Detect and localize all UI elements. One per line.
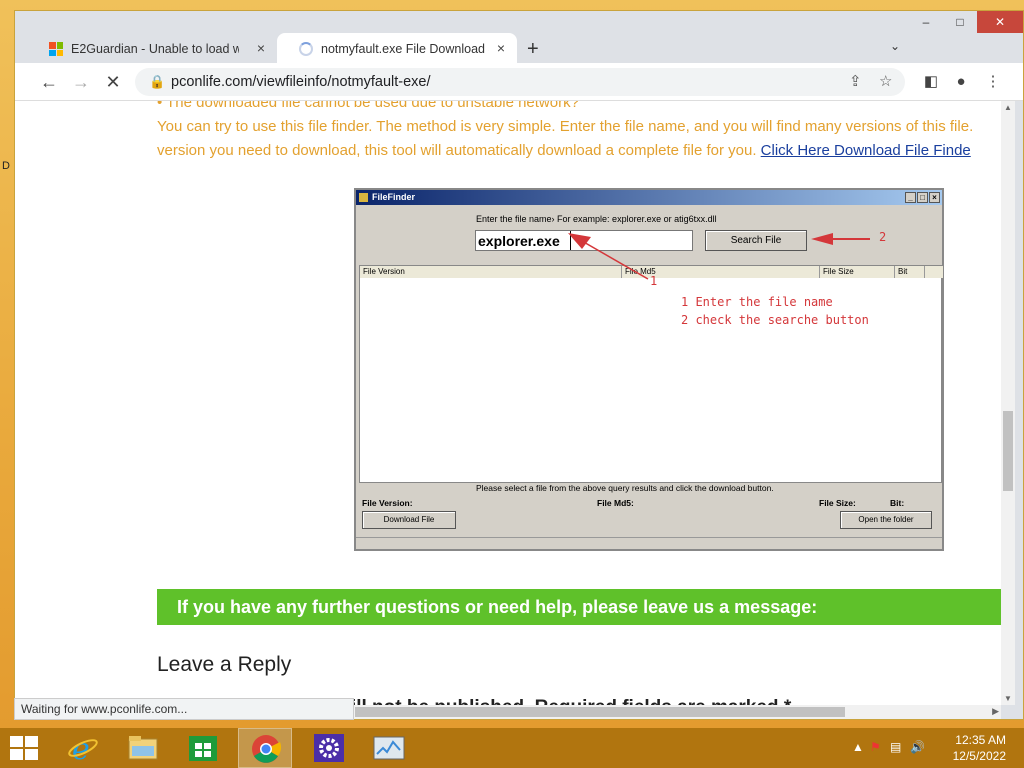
scroll-down-icon[interactable]: ▼ (1004, 694, 1012, 703)
annotation-step1: 1 Enter the file name (681, 295, 833, 309)
browser-toolbar: ← → ✕ 🔒 pconlife.com/viewfileinfo/notmyf… (15, 63, 1023, 101)
url-text[interactable]: pconlife.com/viewfileinfo/notmyfault-exe… (171, 74, 431, 90)
tab-e2guardian[interactable]: E2Guardian - Unable to load web × (27, 33, 277, 67)
scroll-thumb[interactable] (355, 707, 845, 717)
desktop-edge-label: D (2, 160, 10, 172)
browser-window: E2Guardian - Unable to load web × notmyf… (14, 10, 1024, 720)
tab-title: E2Guardian - Unable to load web (71, 42, 239, 56)
stop-loading-icon[interactable]: ✕ (101, 70, 125, 94)
tray-expand-icon[interactable]: ▲ (852, 740, 864, 754)
help-banner: If you have any further questions or nee… (157, 589, 1001, 625)
profile-avatar-icon[interactable]: ● (949, 70, 973, 94)
windows-logo-icon (49, 42, 63, 56)
arrow-1-head (568, 233, 591, 249)
share-icon[interactable]: ⇪ (849, 72, 862, 90)
address-bar[interactable]: 🔒 pconlife.com/viewfileinfo/notmyfault-e… (135, 68, 905, 96)
action-center-flag-icon[interactable]: ⚑ (870, 740, 881, 754)
scroll-right-icon[interactable]: ▶ (992, 706, 999, 717)
reply-heading: Leave a Reply (157, 653, 292, 676)
tab-close-icon[interactable]: × (497, 40, 505, 56)
scroll-up-icon[interactable]: ▲ (1004, 103, 1012, 112)
forward-arrow-icon[interactable]: → (69, 70, 93, 94)
close-window-button[interactable]: ✕ (977, 11, 1023, 33)
internet-explorer-icon[interactable]: e (56, 728, 110, 768)
loading-status: Waiting for www.pconlife.com... (14, 698, 354, 720)
network-icon[interactable]: ▤ (890, 740, 901, 754)
settings-gear-icon[interactable] (302, 728, 356, 768)
maximize-button[interactable]: □ (943, 11, 977, 33)
taskbar: e ▲ ⚑ ▤ 🔊 12:35 AM 12/5/2022 (0, 728, 1024, 768)
clock-date: 12/5/2022 (952, 749, 1006, 763)
chrome-icon[interactable] (238, 728, 292, 768)
window-controls: – □ ✕ (909, 11, 1023, 37)
arrow-2-head (811, 233, 833, 245)
tab-title: notmyfault.exe File Download & (321, 42, 489, 56)
tab-notmyfault[interactable]: notmyfault.exe File Download & × (277, 33, 517, 67)
tab-search-chevron-icon[interactable]: ⌄ (890, 39, 900, 53)
annotation-number-2: 2 (879, 230, 887, 244)
svg-text:e: e (72, 732, 90, 767)
minimize-button[interactable]: – (909, 11, 943, 33)
tab-strip: E2Guardian - Unable to load web × notmyf… (15, 11, 1023, 67)
task-manager-icon[interactable] (362, 728, 416, 768)
tab-close-icon[interactable]: × (257, 40, 265, 56)
file-explorer-icon[interactable] (116, 728, 170, 768)
volume-icon[interactable]: 🔊 (910, 740, 925, 754)
clock-time: 12:35 AM (955, 733, 1006, 747)
menu-kebab-icon[interactable]: ⋮ (981, 70, 1005, 94)
start-button[interactable] (10, 736, 38, 760)
scroll-thumb[interactable] (1003, 411, 1013, 491)
page-viewport: • The downloaded file cannot be used due… (15, 101, 1001, 705)
new-tab-button[interactable]: + (527, 38, 539, 61)
lock-icon[interactable]: 🔒 (149, 74, 165, 90)
side-panel-icon[interactable]: ◧ (919, 70, 943, 94)
annotation-step2: 2 check the searche button (681, 313, 869, 327)
bookmark-star-icon[interactable]: ☆ (879, 72, 892, 90)
vertical-scrollbar[interactable]: ▲ ▼ (1001, 101, 1015, 705)
clock[interactable]: 12:35 AM 12/5/2022 (953, 732, 1006, 764)
store-icon[interactable] (176, 728, 230, 768)
back-arrow-icon[interactable]: ← (37, 70, 61, 94)
loading-spinner-icon (299, 42, 313, 56)
system-tray: ▲ ⚑ ▤ 🔊 12:35 AM 12/5/2022 (844, 728, 1024, 768)
annotation-number-1: 1 (650, 274, 658, 288)
